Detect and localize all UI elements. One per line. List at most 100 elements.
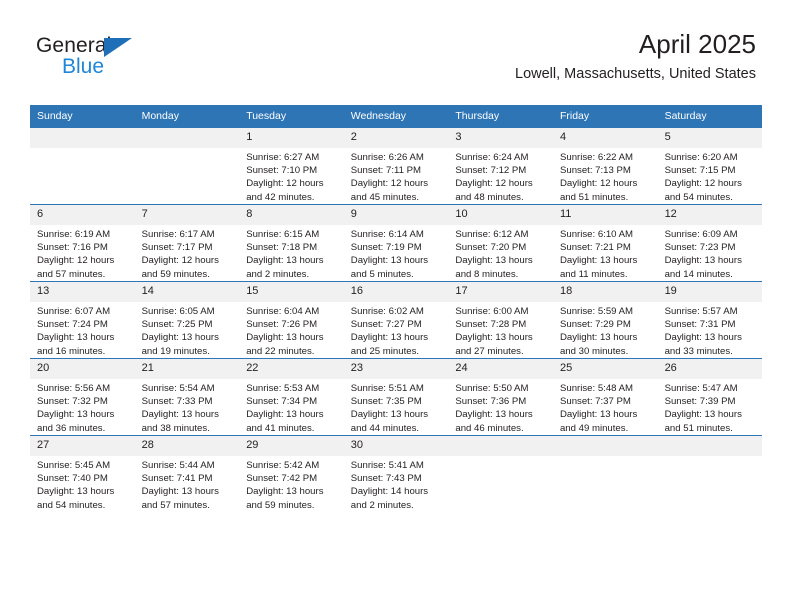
calendar-day-cell[interactable]: 13 Sunrise: 6:07 AM Sunset: 7:24 PM Dayligh… [30,281,135,359]
daylight-text-line2: and 45 minutes. [350,191,420,203]
calendar-page: General Blue April 2025 Lowell, Massachu… [0,0,792,612]
day-number: 28 [134,436,240,456]
day-details: Sunrise: 5:54 AM Sunset: 7:33 PM Daylight:… [135,379,240,435]
calendar-day-cell[interactable]: 6 Sunrise: 6:19 AM Sunset: 7:16 PM Daylight… [30,204,135,282]
day-number: 16 [343,282,449,302]
sunrise-text: Sunrise: 5:41 AM [350,460,424,471]
sunset-text: Sunset: 7:13 PM [559,165,631,177]
day-details: Sunrise: 6:04 AM Sunset: 7:26 PM Daylight:… [239,302,344,358]
daylight-text-line2: and 38 minutes. [141,422,210,434]
day-details: Sunrise: 6:07 AM Sunset: 7:24 PM Daylight:… [30,302,135,358]
day-number: 4 [552,128,658,148]
calendar-day-cell[interactable]: 22 Sunrise: 5:53 AM Sunset: 7:34 PM Dayligh… [239,358,344,436]
daylight-text-line1: Daylight: 13 hours [141,486,219,498]
daylight-text-line1: Daylight: 13 hours [559,409,638,421]
calendar-day-cell[interactable]: 11 Sunrise: 6:10 AM Sunset: 7:21 PM Dayligh… [552,204,658,282]
sunrise-text: Sunrise: 5:56 AM [37,383,111,394]
sunrise-text: Sunrise: 5:44 AM [141,460,215,471]
calendar-day-cell[interactable]: 29 Sunrise: 5:42 AM Sunset: 7:42 PM Dayligh… [239,435,344,512]
calendar-day-cell[interactable]: 28 Sunrise: 5:44 AM Sunset: 7:41 PM Dayligh… [134,435,240,512]
calendar-day-cell[interactable]: 12 Sunrise: 6:09 AM Sunset: 7:23 PM Dayligh… [657,204,763,282]
day-number: 27 [30,436,135,456]
day-details: Sunrise: 6:24 AM Sunset: 7:12 PM Daylight:… [448,148,553,204]
calendar-day-cell[interactable]: 16 Sunrise: 6:02 AM Sunset: 7:27 PM Dayligh… [343,281,449,359]
calendar-day-cell[interactable]: 21 Sunrise: 5:54 AM Sunset: 7:33 PM Dayligh… [134,358,240,436]
calendar-day-cell[interactable]: 24 Sunrise: 5:50 AM Sunset: 7:36 PM Dayligh… [448,358,553,436]
sunrise-sunset-calendar: Sunday Monday Tuesday Wednesday Thursday… [30,105,763,512]
calendar-day-cell[interactable]: 27 Sunrise: 5:45 AM Sunset: 7:40 PM Dayligh… [30,435,135,512]
calendar-day-cell[interactable]: 18 Sunrise: 5:59 AM Sunset: 7:29 PM Dayligh… [552,281,658,359]
daylight-text-line2: and 33 minutes. [664,345,733,357]
calendar-day-cell[interactable]: 1 Sunrise: 6:27 AM Sunset: 7:10 PM Daylight… [239,127,344,205]
calendar-day-cell[interactable]: 8 Sunrise: 6:15 AM Sunset: 7:18 PM Daylight… [239,204,344,282]
calendar-day-cell[interactable]: 25 Sunrise: 5:48 AM Sunset: 7:37 PM Dayligh… [552,358,658,436]
daylight-text-line2: and 25 minutes. [350,345,420,357]
day-number [134,128,240,148]
sunrise-text: Sunrise: 6:22 AM [559,152,634,163]
day-number: 19 [657,282,763,302]
day-number: 15 [239,282,344,302]
sunset-text: Sunset: 7:15 PM [664,165,736,177]
day-details: Sunrise: 5:56 AM Sunset: 7:32 PM Daylight:… [30,379,135,435]
sunset-text: Sunset: 7:23 PM [664,242,736,254]
daylight-text-line1: Daylight: 13 hours [37,332,115,344]
calendar-day-cell[interactable]: 19 Sunrise: 5:57 AM Sunset: 7:31 PM Dayligh… [657,281,763,359]
sunrise-text: Sunrise: 6:00 AM [455,306,529,317]
daylight-text-line1: Daylight: 13 hours [37,409,115,421]
sunset-text: Sunset: 7:16 PM [37,242,108,254]
calendar-day-cell[interactable]: 15 Sunrise: 6:04 AM Sunset: 7:26 PM Dayligh… [239,281,344,359]
page-subtitle: Lowell, Massachusetts, United States [515,66,756,82]
calendar-day-cell[interactable]: 17 Sunrise: 6:00 AM Sunset: 7:28 PM Dayligh… [448,281,553,359]
calendar-day-cell[interactable]: 2 Sunrise: 6:26 AM Sunset: 7:11 PM Daylight… [343,127,449,205]
brand-logo[interactable]: General Blue [36,34,276,84]
calendar-day-cell[interactable]: 20 Sunrise: 5:56 AM Sunset: 7:32 PM Dayligh… [30,358,135,436]
calendar-day-cell[interactable]: 9 Sunrise: 6:14 AM Sunset: 7:19 PM Daylight… [343,204,449,282]
sunset-text: Sunset: 7:36 PM [455,396,527,408]
daylight-text-line1: Daylight: 12 hours [455,178,533,190]
calendar-day-cell[interactable]: 5 Sunrise: 6:20 AM Sunset: 7:15 PM Daylight… [657,127,763,205]
daylight-text-line2: and 42 minutes. [246,191,315,203]
day-number: 29 [239,436,344,456]
weekday-header-tuesday: Tuesday [239,105,344,128]
calendar-day-cell[interactable]: 30 Sunrise: 5:41 AM Sunset: 7:43 PM Dayligh… [343,435,449,512]
sunrise-text: Sunrise: 6:15 AM [246,229,320,240]
day-number: 8 [239,205,344,225]
daylight-text-line1: Daylight: 13 hours [664,332,742,344]
day-details: Sunrise: 5:59 AM Sunset: 7:29 PM Daylight:… [553,302,658,358]
daylight-text-line2: and 49 minutes. [559,422,629,434]
day-number [552,436,658,456]
sunrise-text: Sunrise: 6:02 AM [350,306,424,317]
day-number: 22 [239,359,344,379]
calendar-day-cell[interactable]: 3 Sunrise: 6:24 AM Sunset: 7:12 PM Daylight… [448,127,553,205]
calendar-day-cell[interactable]: 26 Sunrise: 5:47 AM Sunset: 7:39 PM Dayligh… [657,358,763,436]
daylight-text-line1: Daylight: 12 hours [246,178,324,190]
calendar-cell-empty [30,127,135,205]
day-details: Sunrise: 5:42 AM Sunset: 7:42 PM Daylight:… [239,456,344,512]
day-number: 1 [239,128,344,148]
sunrise-text: Sunrise: 6:07 AM [37,306,111,317]
calendar-day-cell[interactable]: 7 Sunrise: 6:17 AM Sunset: 7:17 PM Daylight… [134,204,240,282]
daylight-text-line1: Daylight: 13 hours [141,409,219,421]
daylight-text-line1: Daylight: 13 hours [559,332,638,344]
sunset-text: Sunset: 7:19 PM [350,242,422,254]
calendar-day-cell[interactable]: 14 Sunrise: 6:05 AM Sunset: 7:25 PM Dayligh… [134,281,240,359]
sunrise-text: Sunrise: 6:12 AM [455,229,529,240]
calendar-body: 1 Sunrise: 6:27 AM Sunset: 7:10 PM Daylight… [30,127,763,512]
calendar-day-cell[interactable]: 10 Sunrise: 6:12 AM Sunset: 7:20 PM Dayligh… [448,204,553,282]
daylight-text-line2: and 2 minutes. [246,268,310,280]
calendar-day-cell[interactable]: 23 Sunrise: 5:51 AM Sunset: 7:35 PM Dayligh… [343,358,449,436]
day-details: Sunrise: 5:45 AM Sunset: 7:40 PM Daylight:… [30,456,135,512]
day-details: Sunrise: 6:15 AM Sunset: 7:18 PM Daylight:… [239,225,344,281]
sunrise-text: Sunrise: 5:48 AM [559,383,634,394]
sunrise-text: Sunrise: 6:20 AM [664,152,738,163]
weekday-header-row: Sunday Monday Tuesday Wednesday Thursday… [30,105,763,128]
sunrise-text: Sunrise: 5:47 AM [664,383,738,394]
day-details: Sunrise: 6:20 AM Sunset: 7:15 PM Daylight:… [658,148,763,204]
daylight-text-line1: Daylight: 13 hours [246,409,324,421]
sunset-text: Sunset: 7:10 PM [246,165,318,177]
day-number: 17 [448,282,553,302]
sunset-text: Sunset: 7:40 PM [37,473,108,485]
day-number: 5 [657,128,763,148]
sunrise-text: Sunrise: 5:59 AM [559,306,634,317]
calendar-day-cell[interactable]: 4 Sunrise: 6:22 AM Sunset: 7:13 PM Daylight… [552,127,658,205]
